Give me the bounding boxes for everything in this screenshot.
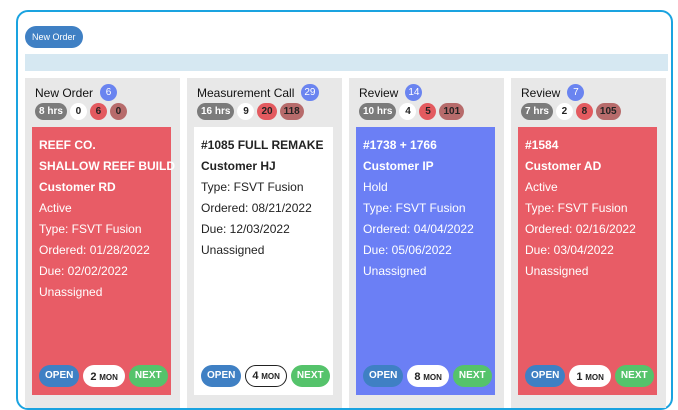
hours-badge: 7 hrs [521,103,553,120]
open-button[interactable]: OPEN [201,365,242,387]
count-badge-dark: 0 [109,103,127,120]
order-card[interactable]: REEF CO. SHALLOW REEF BUILD Customer RD … [32,127,175,395]
open-button[interactable]: OPEN [39,365,80,387]
count-badge-white: 2 [555,103,573,120]
card-actions: OPEN 8 MON NEXT [363,365,492,387]
column-stats: 10 hrs 4 5 101 [359,103,465,120]
month-button[interactable]: 8 MON [407,365,449,387]
card-status: Active [39,201,72,215]
card-status: Hold [363,180,388,194]
column-title: Review [359,85,399,100]
new-order-button[interactable]: New Order [25,26,83,48]
card-actions: OPEN 2 MON NEXT [39,365,168,387]
card-assignee: Unassigned [525,264,589,278]
card-type: Type: FSVT Fusion [363,201,466,215]
count-badge-dark: 101 [439,103,465,120]
month-count: 8 [414,371,421,383]
card-ordered-date: Ordered: 08/21/2022 [201,201,312,215]
order-card[interactable]: #1085 FULL REMAKE Customer HJ Type: FSVT… [194,127,333,395]
board-frame: New Order New Order 6 8 hrs 0 6 0 REEF C… [16,10,673,410]
column-count-badge: 7 [567,84,585,101]
count-badge-white: 9 [237,103,255,120]
count-badge-dark: 118 [279,103,304,120]
card-ordered-date: Ordered: 02/16/2022 [525,222,636,236]
open-button[interactable]: OPEN [363,365,404,387]
column-header: Review 7 [521,84,585,101]
card-ordered-date: Ordered: 01/28/2022 [39,243,150,257]
count-badge-red: 8 [575,103,593,120]
month-unit: MON [261,371,280,381]
card-due-date: Due: 05/06/2022 [363,243,452,257]
column-stats: 16 hrs 9 20 118 [197,103,304,120]
card-customer: Customer RD [39,180,116,194]
next-button[interactable]: NEXT [452,365,492,387]
column-stats: 8 hrs 0 6 0 [35,103,127,120]
column-header: New Order 6 [35,84,118,101]
order-card[interactable]: #1584 Customer AD Active Type: FSVT Fusi… [518,127,657,395]
card-customer: Customer IP [363,159,434,173]
card-due-date: Due: 03/04/2022 [525,243,614,257]
month-unit: MON [585,373,604,382]
card-type: Type: FSVT Fusion [201,180,304,194]
column-header: Measurement Call 29 [197,84,319,101]
column-new-order: New Order 6 8 hrs 0 6 0 REEF CO. SHALLOW… [25,78,180,408]
card-status: Active [525,180,558,194]
count-badge-red: 20 [257,103,277,120]
column-count-badge: 29 [301,84,319,101]
card-assignee: Unassigned [201,243,265,257]
column-title: Measurement Call [197,85,295,100]
card-company: REEF CO. [39,138,96,152]
card-customer: Customer HJ [201,159,276,173]
column-review: Review 14 10 hrs 4 5 101 #1738 + 1766 Cu… [349,78,504,408]
filter-band [25,54,668,71]
next-button[interactable]: NEXT [290,365,330,387]
month-count: 2 [90,371,97,383]
column-review-2: Review 7 7 hrs 2 8 105 #1584 Customer AD… [511,78,666,408]
count-badge-red: 6 [89,103,107,120]
column-header: Review 14 [359,84,423,101]
card-assignee: Unassigned [363,264,427,278]
card-type: Type: FSVT Fusion [39,222,142,236]
month-count: 4 [252,369,259,382]
hours-badge: 16 hrs [197,103,235,120]
hours-badge: 10 hrs [359,103,397,120]
card-ordered-date: Ordered: 04/04/2022 [363,222,474,236]
open-button[interactable]: OPEN [525,365,566,387]
card-order-title: #1738 + 1766 [363,138,437,152]
card-order-title: SHALLOW REEF BUILD [39,159,175,173]
card-order-title: #1085 FULL REMAKE [201,138,324,152]
column-title: New Order [35,85,94,100]
count-badge-white: 0 [69,103,87,120]
month-button[interactable]: 1 MON [569,365,611,387]
hours-badge: 8 hrs [35,103,67,120]
column-measurement-call: Measurement Call 29 16 hrs 9 20 118 #108… [187,78,342,408]
column-count-badge: 14 [405,84,423,101]
month-count: 1 [576,371,583,383]
column-title: Review [521,85,561,100]
column-count-badge: 6 [100,84,118,101]
kanban-columns: New Order 6 8 hrs 0 6 0 REEF CO. SHALLOW… [25,78,668,408]
card-customer: Customer AD [525,159,602,173]
card-order-title: #1584 [525,138,559,152]
next-button[interactable]: NEXT [614,365,654,387]
card-due-date: Due: 12/03/2022 [201,222,290,236]
card-assignee: Unassigned [39,285,103,299]
count-badge-dark: 105 [595,103,621,120]
count-badge-white: 4 [399,103,417,120]
month-button[interactable]: 4 MON [245,365,287,387]
count-badge-red: 5 [419,103,437,120]
order-card[interactable]: #1738 + 1766 Customer IP Hold Type: FSVT… [356,127,495,395]
month-unit: MON [423,373,442,382]
card-due-date: Due: 02/02/2022 [39,264,128,278]
card-actions: OPEN 1 MON NEXT [525,365,654,387]
month-button[interactable]: 2 MON [83,365,125,387]
column-stats: 7 hrs 2 8 105 [521,103,621,120]
month-unit: MON [99,373,118,382]
card-type: Type: FSVT Fusion [525,201,628,215]
card-actions: OPEN 4 MON NEXT [201,365,330,387]
next-button[interactable]: NEXT [128,365,168,387]
